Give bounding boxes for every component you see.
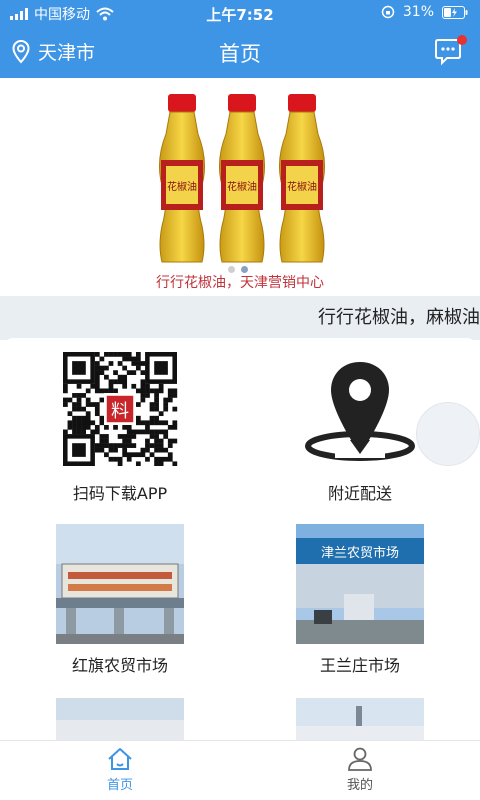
user-icon (348, 747, 372, 771)
rotation-lock-icon (381, 5, 395, 19)
message-button[interactable] (434, 35, 467, 66)
market-photo-partial[interactable] (296, 698, 424, 740)
floating-action-button[interactable] (416, 402, 480, 466)
page-title: 首页 (219, 42, 261, 66)
tab-home[interactable]: 首页 (0, 747, 240, 793)
tab-mine[interactable]: 我的 (240, 747, 480, 793)
tile-label: 王兰庄市场 (319, 656, 400, 675)
tile-scan-download[interactable]: 料 扫码下载APP (0, 352, 240, 522)
tab-label: 我的 (346, 778, 373, 793)
status-right: 31% (381, 4, 468, 20)
market-photo-partial[interactable] (56, 698, 184, 740)
battery-percent: 31% (402, 4, 434, 20)
bottom-tab-bar: 首页 我的 (0, 740, 480, 800)
banner-image: 花椒油 花椒油 花椒油 (159, 94, 325, 263)
oil-bottle: 花椒油 (279, 94, 325, 263)
tab-label: 首页 (106, 778, 133, 793)
market-sign-text: 津兰农贸市场 (321, 545, 399, 561)
banner-carousel[interactable]: 花椒油 花椒油 花椒油 行行花椒油，天津营销中心 (0, 78, 480, 296)
oil-bottle: 花椒油 (159, 94, 205, 263)
status-bar: 中国移动 上午7:52 31% (0, 0, 480, 26)
qr-code-icon: 料 (60, 352, 180, 466)
banner-caption: 行行花椒油，天津营销中心 (156, 275, 324, 291)
bottle-label: 花椒油 (287, 180, 317, 193)
tile-hongqi-market[interactable]: 红旗农贸市场 (0, 524, 240, 684)
tile-label: 红旗农贸市场 (71, 656, 168, 675)
qr-center-logo: 料 (111, 401, 129, 422)
feature-grid: 料 扫码下载APP 附近配送 红旗农贸市场 津兰农贸市场 王兰庄市场 (0, 338, 480, 740)
app-header: 天津市 首页 (0, 26, 480, 78)
home-icon (108, 748, 132, 770)
map-pin-icon (305, 362, 415, 461)
battery-icon (442, 5, 468, 19)
announcement-marquee: 行行花椒油，麻椒油 (0, 296, 480, 340)
tile-label: 扫码下载APP (72, 484, 168, 503)
bottle-label: 花椒油 (167, 180, 197, 193)
oil-bottle: 花椒油 (219, 94, 265, 263)
bottle-label: 花椒油 (227, 180, 257, 193)
marquee-text: 行行花椒油，麻椒油 (318, 307, 480, 328)
tile-label: 附近配送 (327, 484, 392, 503)
notification-badge (457, 35, 467, 45)
market-photo (56, 524, 184, 644)
tile-wanglanzhuang-market[interactable]: 津兰农贸市场 王兰庄市场 (240, 524, 480, 684)
market-photo: 津兰农贸市场 (296, 524, 424, 644)
